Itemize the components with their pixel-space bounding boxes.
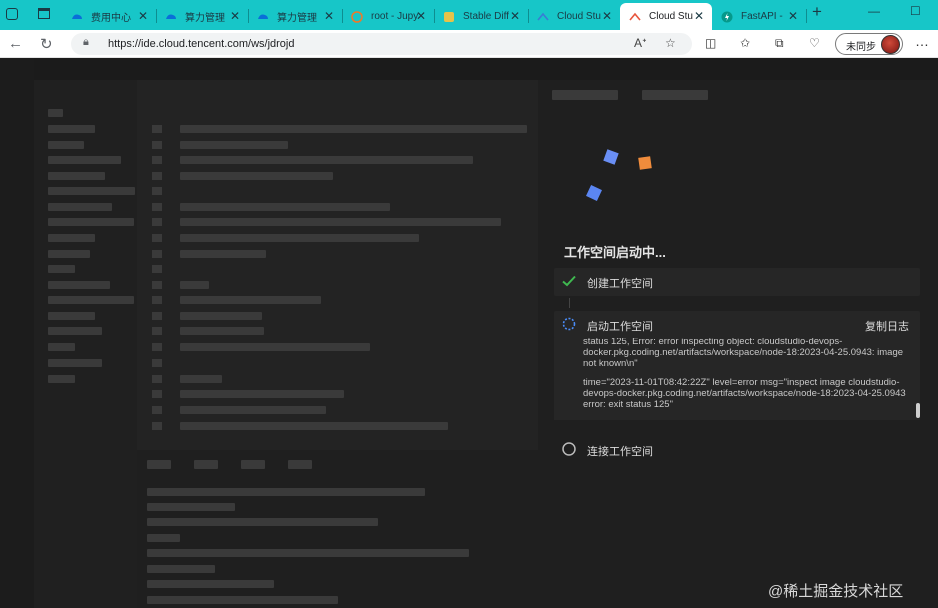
lock-icon: 🔒︎ [83, 36, 89, 48]
step-label: 连接工作空间 [587, 446, 653, 458]
tab-title: 算力管理 [277, 13, 317, 24]
spinner-icon [562, 317, 576, 331]
log-scrollbar[interactable] [916, 403, 920, 418]
tab-jupyter[interactable]: root - Jupy ✕ [342, 3, 434, 30]
favorites-icon[interactable]: ✩ [740, 36, 750, 50]
tencent-cloud-icon [165, 11, 177, 23]
log-entry: status 125, Error: error inspecting obje… [583, 338, 904, 369]
close-tab-icon[interactable]: ✕ [416, 10, 426, 22]
log-entry: time="2023-11-01T08:42:22Z" level=error … [583, 377, 906, 410]
step-connect-workspace: 连接工作空间 [554, 436, 920, 464]
tab-stable-diffusion[interactable]: Stable Diff ✕ [434, 3, 528, 30]
step-create-workspace: 创建工作空间 [554, 268, 920, 296]
tab-billing[interactable]: 费用中心 ✕ [62, 3, 156, 30]
back-icon[interactable]: ← [8, 35, 23, 52]
new-tab-button[interactable]: + [812, 2, 822, 22]
maximize-button[interactable]: ☐ [910, 4, 921, 18]
pending-circle-icon [562, 442, 576, 456]
step-connector [569, 298, 570, 308]
url-text[interactable]: https://ide.cloud.tencent.com/ws/jdrojd [108, 38, 294, 50]
tab-cloud-studio-1[interactable]: Cloud Stu ✕ [528, 3, 620, 30]
collections-icon[interactable]: ⧉ [775, 36, 784, 51]
address-bar[interactable]: 🔒︎ https://ide.cloud.tencent.com/ws/jdro… [71, 33, 692, 55]
workspace-loading-title: 工作空间启动中... [564, 245, 666, 260]
close-tab-icon[interactable]: ✕ [138, 10, 148, 22]
tab-title: 费用中心 [91, 13, 131, 24]
workspaces-icon[interactable] [6, 8, 18, 20]
close-tab-icon[interactable]: ✕ [788, 10, 798, 22]
browser-essentials-icon[interactable]: ♡ [809, 36, 820, 50]
tencent-cloud-icon [71, 11, 83, 23]
step-label: 创建工作空间 [587, 278, 653, 290]
copy-log-button[interactable]: 复制日志 [865, 318, 909, 334]
close-tab-icon[interactable]: ✕ [694, 10, 704, 22]
split-screen-icon[interactable]: ◫ [705, 36, 716, 50]
activity-bar [0, 58, 34, 608]
tab-title: FastAPI - [741, 11, 783, 22]
more-menu-icon[interactable]: … [915, 33, 929, 49]
step-start-workspace: 启动工作空间 复制日志 [554, 311, 920, 339]
favorite-star-icon[interactable]: ☆ [665, 36, 676, 50]
tab-compute-1[interactable]: 算力管理 ✕ [156, 3, 248, 30]
close-tab-icon[interactable]: ✕ [602, 10, 612, 22]
read-aloud-icon[interactable]: Aᐩ [634, 36, 647, 50]
check-icon [562, 275, 576, 287]
tab-compute-2[interactable]: 算力管理 ✕ [248, 3, 342, 30]
close-tab-icon[interactable]: ✕ [510, 10, 520, 22]
fastapi-icon [721, 11, 733, 23]
tab-cloud-studio-active[interactable]: Cloud Stu ✕ [620, 3, 712, 30]
tab-title: Stable Diff [463, 11, 509, 22]
cloud-studio-icon [537, 11, 549, 23]
tab-fastapi[interactable]: FastAPI - ✕ [712, 3, 806, 30]
jupyter-icon [351, 10, 363, 23]
avatar [881, 35, 900, 54]
address-toolbar: ← ↻ 🔒︎ https://ide.cloud.tencent.com/ws/… [0, 30, 938, 58]
stable-diffusion-icon [443, 11, 455, 23]
cloud-studio-icon [629, 11, 641, 23]
watermark: @稀土掘金技术社区 [768, 583, 904, 600]
refresh-icon[interactable]: ↻ [40, 35, 53, 53]
tab-actions-icon[interactable] [38, 8, 50, 19]
minimize-button[interactable]: — [868, 4, 880, 18]
step-label: 启动工作空间 [587, 321, 653, 333]
startup-log[interactable]: status 125, Error: error inspecting obje… [554, 338, 920, 420]
sync-status-label: 未同步 [846, 42, 876, 53]
browser-tab-strip: 费用中心 ✕ 算力管理 ✕ 算力管理 ✕ root - Jupy ✕ Stabl… [0, 0, 938, 30]
editor-tab-strip [34, 58, 938, 80]
tencent-cloud-icon [257, 11, 269, 23]
profile-sync-button[interactable]: 未同步 [835, 33, 903, 55]
close-tab-icon[interactable]: ✕ [230, 10, 240, 22]
close-tab-icon[interactable]: ✕ [324, 10, 334, 22]
